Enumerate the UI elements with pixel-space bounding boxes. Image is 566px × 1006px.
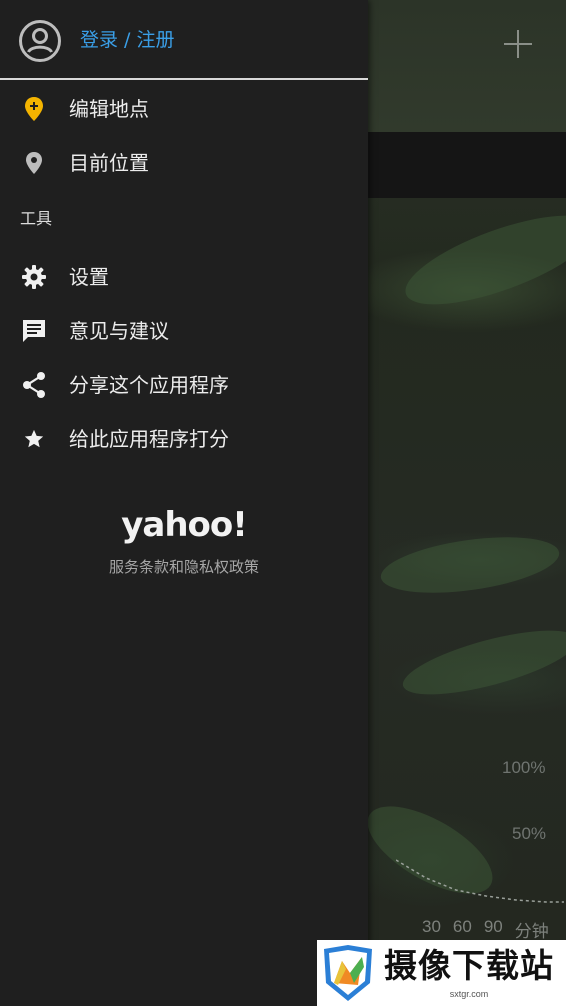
menu-item-edit-locations[interactable]: 编辑地点: [0, 82, 368, 136]
background-header: [368, 0, 566, 132]
watermark-url: sxtgr.com: [449, 989, 489, 999]
menu-item-label: 设置: [69, 265, 109, 289]
watermark-logo-icon: [324, 945, 372, 1001]
x-tick-30: 30: [422, 917, 441, 936]
menu-item-share[interactable]: 分享这个应用程序: [0, 358, 368, 412]
location-pin-icon: [20, 149, 48, 177]
share-icon: [20, 371, 48, 399]
account-avatar-icon[interactable]: [18, 19, 62, 63]
menu-item-settings[interactable]: 设置: [0, 250, 368, 304]
gear-icon: [20, 263, 48, 291]
menu-item-label: 分享这个应用程序: [69, 373, 229, 397]
x-tick-90: 90: [483, 917, 503, 936]
leaf-shape: [377, 527, 563, 603]
precip-chart-line: [396, 859, 564, 903]
drawer-header: 登录 / 注册: [0, 0, 368, 80]
menu-item-rate-app[interactable]: 给此应用程序打分: [0, 412, 368, 466]
background-location-bar: [368, 132, 566, 198]
watermark-text: 摄像下载站: [384, 946, 554, 985]
yahoo-logo: yahoo!: [121, 505, 248, 545]
menu-item-label: 目前位置: [69, 151, 149, 175]
leaf-shape: [397, 617, 566, 708]
feedback-icon: [20, 317, 48, 345]
x-unit: 分钟: [514, 922, 549, 941]
site-watermark: 摄像下载站 sxtgr.com: [317, 940, 566, 1006]
menu-item-label: 编辑地点: [69, 97, 149, 121]
x-tick-60: 60: [452, 917, 472, 936]
precip-100-label: 100%: [502, 758, 546, 777]
precip-x-axis: 30 60 90 分钟: [422, 917, 549, 942]
precip-50-label: 50%: [512, 824, 547, 843]
add-location-plus-icon[interactable]: [500, 26, 536, 62]
tools-section-title: 工具: [20, 209, 53, 228]
navigation-drawer: 登录 / 注册 编辑地点 目前位置 工具 设置 意见与建议 分享这个应用程序 给…: [0, 0, 368, 1006]
menu-item-feedback[interactable]: 意见与建议: [0, 304, 368, 358]
login-register-link[interactable]: 登录 / 注册: [80, 28, 174, 52]
menu-item-label: 给此应用程序打分: [69, 427, 229, 451]
menu-item-current-location[interactable]: 目前位置: [0, 136, 368, 190]
location-pin-add-icon: [20, 95, 48, 123]
terms-privacy-link[interactable]: 服务条款和隐私权政策: [0, 556, 368, 578]
star-icon: [20, 425, 48, 453]
menu-item-label: 意见与建议: [69, 319, 169, 343]
leaf-shape: [395, 197, 566, 323]
